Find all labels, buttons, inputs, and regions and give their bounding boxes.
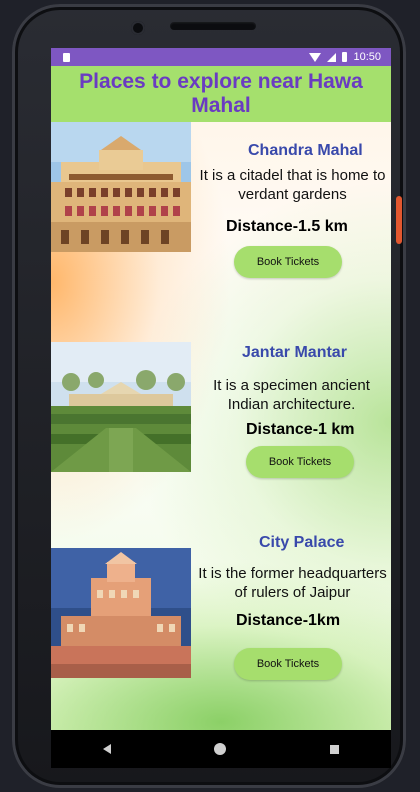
chandra-mahal-image bbox=[51, 122, 191, 252]
back-icon[interactable] bbox=[102, 744, 111, 754]
status-bar: 10:50 bbox=[51, 48, 391, 66]
place-name: City Palace bbox=[259, 534, 345, 551]
status-time: 10:50 bbox=[353, 51, 381, 63]
app-header: Places to explore near Hawa Mahal bbox=[51, 66, 391, 122]
power-button[interactable] bbox=[396, 196, 402, 244]
wifi-icon bbox=[309, 52, 322, 62]
place-card: Chandra Mahal It is a citadel that is ho… bbox=[51, 122, 391, 322]
place-description: It is a specimen ancient Indian architec… bbox=[213, 377, 370, 413]
earpiece-speaker bbox=[170, 22, 256, 30]
place-card: City Palace It is the former headquarter… bbox=[51, 534, 391, 730]
places-list[interactable]: Chandra Mahal It is a citadel that is ho… bbox=[51, 122, 391, 730]
place-card: Jantar Mantar It is a specimen ancient I… bbox=[51, 342, 391, 542]
city-palace-image bbox=[51, 548, 191, 678]
page-title: Places to explore near Hawa Mahal bbox=[79, 70, 363, 117]
battery-icon bbox=[342, 52, 348, 62]
recents-icon[interactable] bbox=[330, 744, 340, 754]
place-description: It is the former headquarters of rulers … bbox=[198, 565, 387, 601]
place-distance: Distance-1km bbox=[236, 612, 341, 629]
place-name: Jantar Mantar bbox=[242, 344, 347, 361]
book-tickets-button[interactable]: Book Tickets bbox=[234, 648, 342, 680]
jantar-mantar-image bbox=[51, 342, 191, 472]
signal-icon bbox=[327, 52, 337, 62]
book-tickets-button[interactable]: Book Tickets bbox=[246, 446, 354, 478]
home-icon[interactable] bbox=[214, 743, 227, 755]
book-tickets-button[interactable]: Book Tickets bbox=[234, 246, 342, 278]
place-distance: Distance-1.5 km bbox=[226, 218, 348, 235]
place-distance: Distance-1 km bbox=[246, 421, 355, 438]
front-camera bbox=[131, 21, 145, 35]
place-description: It is a citadel that is home to verdant … bbox=[199, 167, 386, 203]
place-name: Chandra Mahal bbox=[248, 142, 363, 159]
navigation-bar bbox=[51, 730, 391, 768]
sim-card-icon bbox=[63, 52, 70, 62]
app-screen: 10:50 Places to explore near Hawa Mahal bbox=[51, 48, 391, 730]
